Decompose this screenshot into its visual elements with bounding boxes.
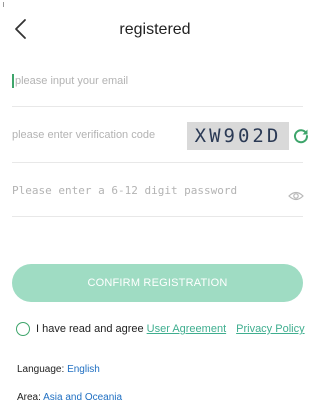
agreement-row: I have read and agree User Agreement Pri… bbox=[16, 319, 305, 339]
password-input[interactable] bbox=[12, 184, 252, 197]
language-setting: Language: English bbox=[17, 364, 100, 375]
radio-icon[interactable] bbox=[16, 322, 30, 336]
refresh-icon[interactable] bbox=[292, 127, 310, 145]
language-value[interactable]: English bbox=[67, 364, 100, 375]
area-value[interactable]: Asia and Oceania bbox=[43, 392, 122, 403]
language-label: Language: bbox=[17, 364, 65, 375]
verification-code-input[interactable] bbox=[12, 129, 182, 141]
agreement-text: I have read and agree bbox=[36, 323, 144, 335]
privacy-policy-link[interactable]: Privacy Policy bbox=[236, 323, 304, 335]
area-setting: Area: Asia and Oceania bbox=[17, 392, 122, 403]
status-bar-mark bbox=[3, 2, 4, 7]
eye-icon[interactable] bbox=[288, 190, 304, 202]
password-field bbox=[12, 168, 304, 217]
page-title: registered bbox=[119, 21, 191, 38]
area-label: Area: bbox=[17, 392, 41, 403]
verification-code-field: XW902D bbox=[12, 112, 309, 163]
header: registered bbox=[0, 12, 310, 48]
captcha-image[interactable]: XW902D bbox=[187, 122, 289, 150]
user-agreement-link[interactable]: User Agreement bbox=[147, 323, 226, 335]
text-cursor bbox=[12, 74, 14, 88]
email-input[interactable] bbox=[15, 75, 295, 87]
email-field bbox=[12, 60, 303, 107]
confirm-registration-button[interactable]: CONFIRM REGISTRATION bbox=[12, 264, 303, 302]
